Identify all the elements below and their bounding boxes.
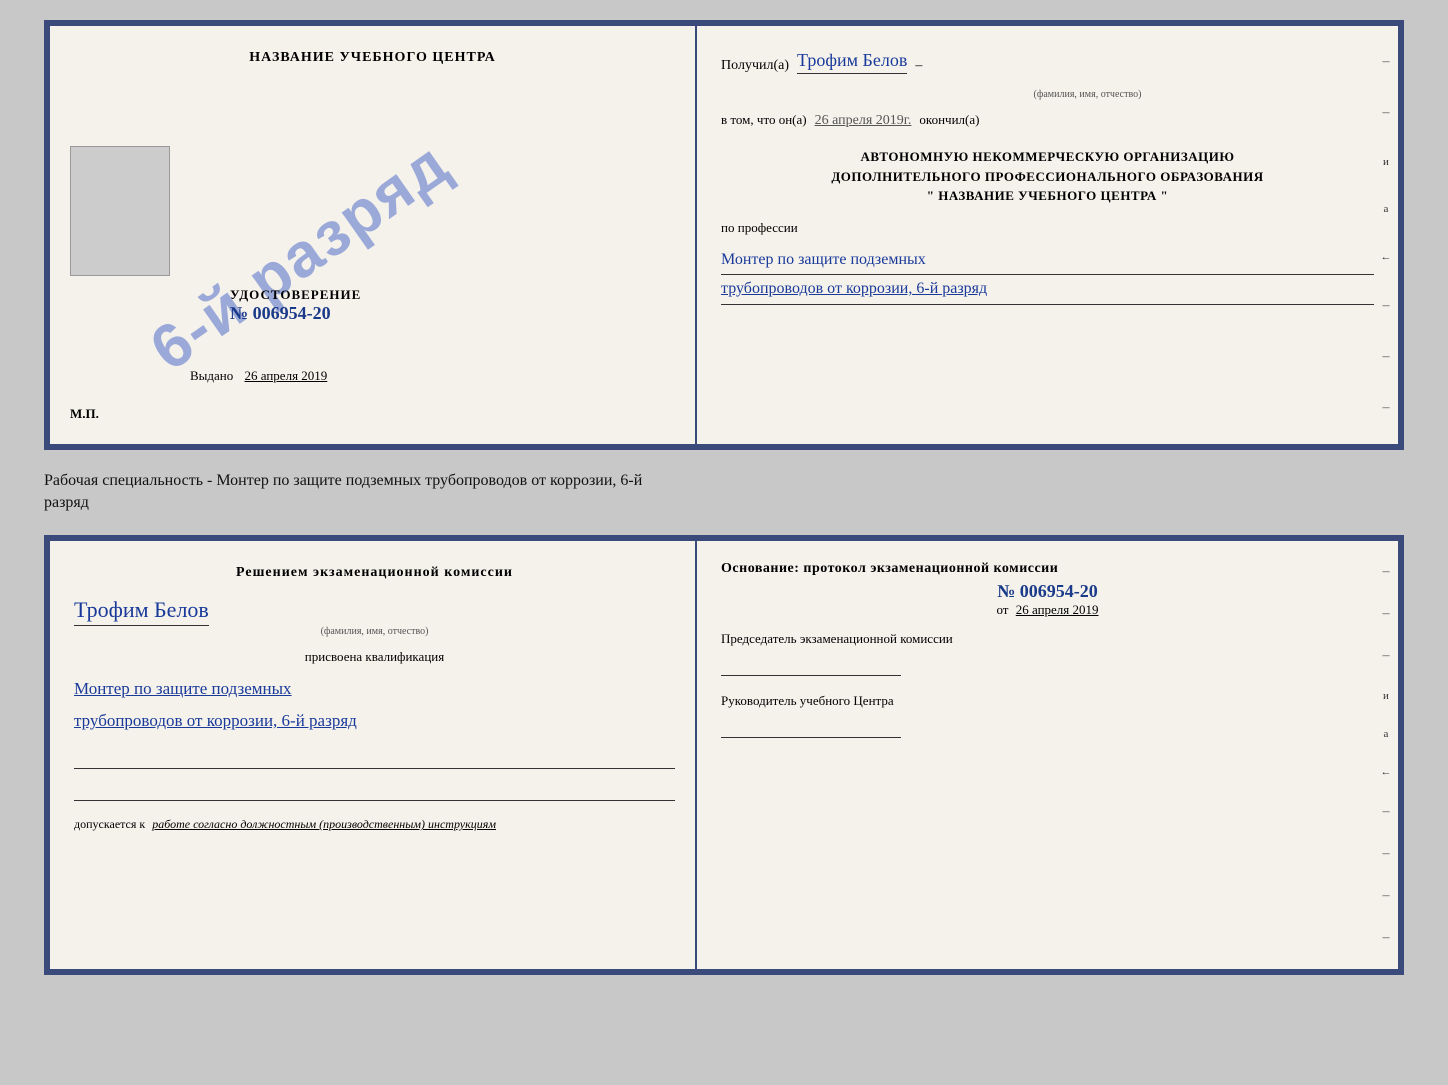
protocol-number: № 006954-20 bbox=[721, 581, 1374, 602]
dopuskaetsya-prefix: допускается к bbox=[74, 817, 145, 831]
cert-bottom-left: Решением экзаменационной комиссии Трофим… bbox=[50, 541, 697, 969]
director-block: Руководитель учебного Центра bbox=[721, 692, 1374, 738]
ot-block: от 26 апреля 2019 bbox=[721, 602, 1374, 618]
cert-top-right-content: Получил(а) Трофим Белов – (фамилия, имя,… bbox=[721, 46, 1374, 428]
ot-prefix: от bbox=[996, 602, 1008, 617]
org-line3: " НАЗВАНИЕ УЧЕБНОГО ЦЕНТРА " bbox=[721, 186, 1374, 206]
recipient-name: Трофим Белов bbox=[797, 50, 907, 74]
date-value: 26 апреля 2019г. bbox=[815, 113, 912, 129]
middle-text-block: Рабочая специальность - Монтер по защите… bbox=[44, 466, 1404, 519]
profession-prefix: по профессии bbox=[721, 220, 1374, 236]
chairman-signature-line bbox=[721, 652, 901, 676]
cert-bottom-right-content: Основание: протокол экзаменационной коми… bbox=[721, 561, 1374, 953]
person-name: Трофим Белов bbox=[74, 597, 209, 626]
person-name-block: Трофим Белов (фамилия, имя, отчество) bbox=[74, 597, 675, 637]
middle-line1: Рабочая специальность - Монтер по защите… bbox=[44, 470, 1404, 492]
udostoverenie-label: УДОСТОВЕРЕНИЕ bbox=[230, 287, 361, 303]
middle-line2: разряд bbox=[44, 492, 1404, 514]
assigned-text: присвоена квалификация bbox=[74, 649, 675, 665]
dopuskaetsya-text: работе согласно должностным (производств… bbox=[152, 817, 496, 831]
certificate-top: НАЗВАНИЕ УЧЕБНОГО ЦЕНТРА 6-й разряд УДОС… bbox=[44, 20, 1404, 450]
date-prefix: в том, что он(а) bbox=[721, 112, 807, 128]
blank-line-1 bbox=[74, 749, 675, 769]
director-signature-line bbox=[721, 714, 901, 738]
profession-block: Монтер по защите подземных трубопроводов… bbox=[721, 246, 1374, 306]
udostoverenie-number: № 006954-20 bbox=[230, 303, 361, 324]
chairman-block: Председатель экзаменационной комиссии bbox=[721, 630, 1374, 676]
certificate-bottom: Решением экзаменационной комиссии Трофим… bbox=[44, 535, 1404, 975]
blank-line-2 bbox=[74, 781, 675, 801]
cert-bottom-right: Основание: протокол экзаменационной коми… bbox=[697, 541, 1398, 969]
org-line2: ДОПОЛНИТЕЛЬНОГО ПРОФЕССИОНАЛЬНОГО ОБРАЗО… bbox=[721, 167, 1374, 187]
stamp-text: 6-й разряд bbox=[138, 127, 463, 384]
recipient-sublabel: (фамилия, имя, отчество) bbox=[1034, 89, 1142, 100]
profession-line1: Монтер по защите подземных bbox=[721, 246, 1374, 276]
stamp-diagonal: 6-й разряд bbox=[63, 20, 537, 450]
right-side-marks-bottom: – – – и а ← – – – – bbox=[1374, 541, 1398, 969]
qualification-block: Монтер по защите подземных трубопроводов… bbox=[74, 673, 675, 738]
org-line1: АВТОНОМНУЮ НЕКОММЕРЧЕСКУЮ ОРГАНИЗАЦИЮ bbox=[721, 147, 1374, 167]
date-suffix: окончил(а) bbox=[919, 112, 979, 128]
recipient-prefix: Получил(а) bbox=[721, 58, 789, 74]
qualification-line2: трубопроводов от коррозии, 6-й разряд bbox=[74, 705, 675, 737]
udostoverenie-block: УДОСТОВЕРЕНИЕ № 006954-20 bbox=[230, 287, 361, 324]
profession-line2: трубопроводов от коррозии, 6-й разряд bbox=[721, 275, 1374, 305]
dash1: – bbox=[915, 58, 922, 74]
mp-label: М.П. bbox=[70, 406, 99, 422]
cert-top-left: НАЗВАНИЕ УЧЕБНОГО ЦЕНТРА 6-й разряд УДОС… bbox=[50, 26, 697, 444]
decision-text: Решением экзаменационной комиссии bbox=[74, 565, 675, 581]
dopuskaetsya-block: допускается к работе согласно должностны… bbox=[74, 817, 675, 832]
org-block: АВТОНОМНУЮ НЕКОММЕРЧЕСКУЮ ОРГАНИЗАЦИЮ ДО… bbox=[721, 147, 1374, 206]
director-label: Руководитель учебного Центра bbox=[721, 692, 1374, 710]
chairman-label: Председатель экзаменационной комиссии bbox=[721, 630, 1374, 648]
cert-top-right: Получил(а) Трофим Белов – (фамилия, имя,… bbox=[697, 26, 1398, 444]
qualification-line1: Монтер по защите подземных bbox=[74, 673, 675, 705]
recipient-line: Получил(а) Трофим Белов – bbox=[721, 50, 1374, 74]
ot-date: 26 апреля 2019 bbox=[1016, 602, 1099, 617]
right-side-marks: – – и а ← – – – bbox=[1374, 26, 1398, 444]
osnovaniye-text: Основание: протокол экзаменационной коми… bbox=[721, 561, 1374, 577]
person-sublabel: (фамилия, имя, отчество) bbox=[74, 626, 675, 637]
date-line: в том, что он(а) 26 апреля 2019г. окончи… bbox=[721, 112, 1374, 129]
